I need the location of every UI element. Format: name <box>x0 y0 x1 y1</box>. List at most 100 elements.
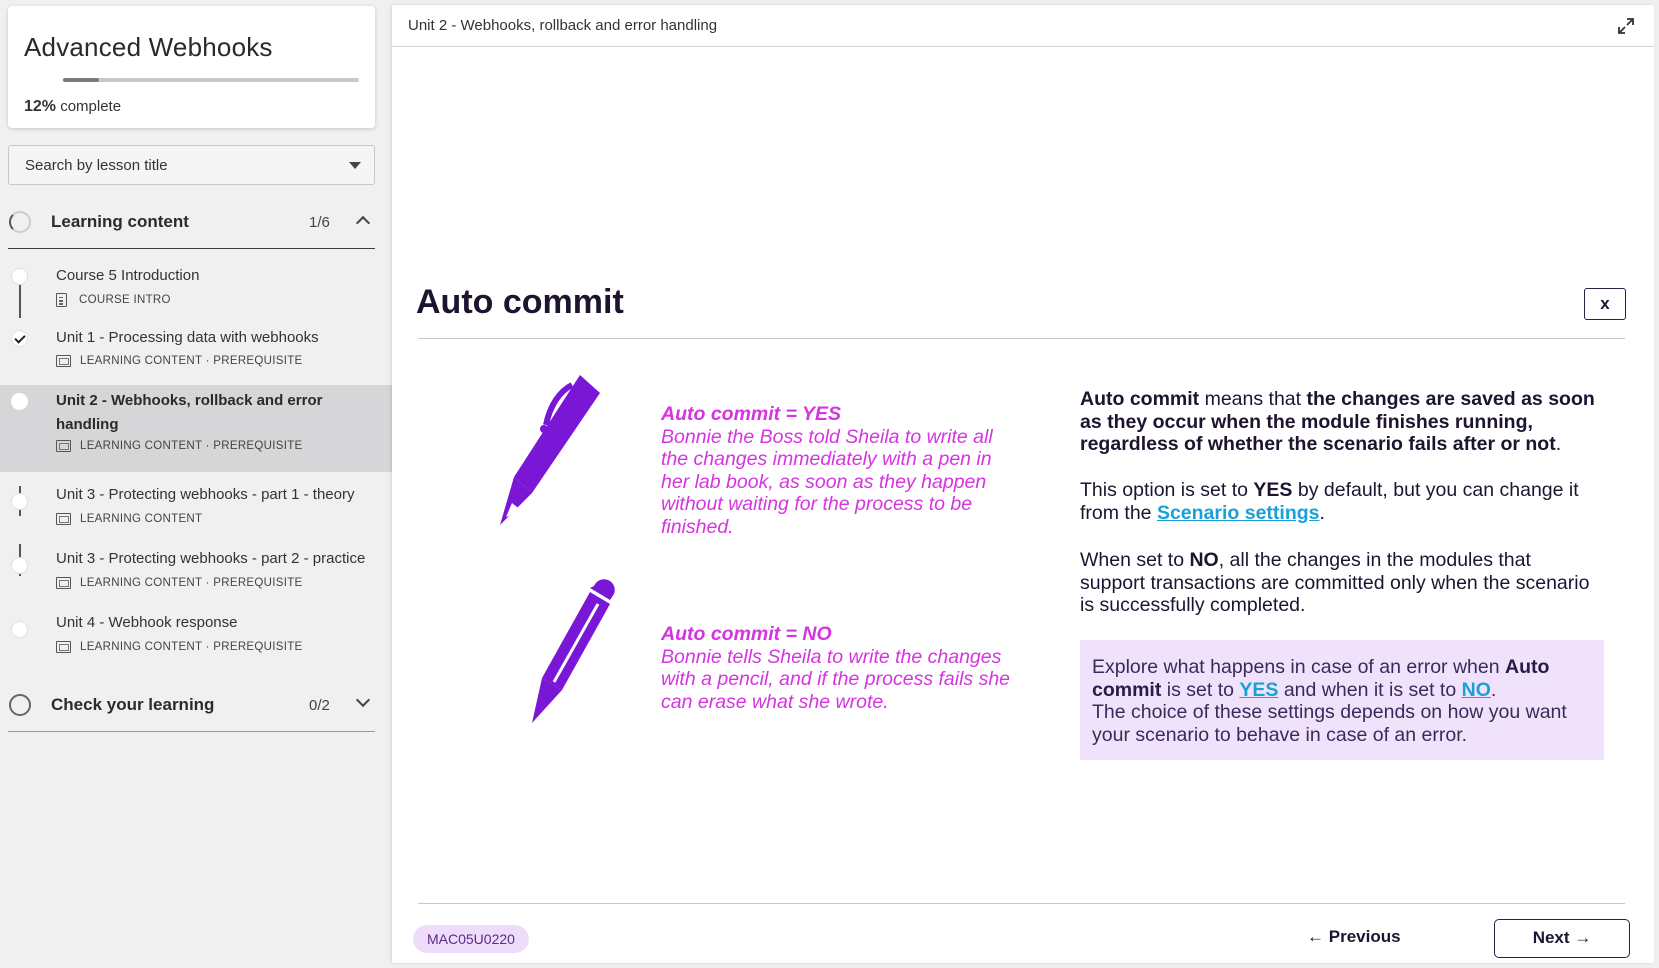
text-fragment: . <box>1555 433 1562 455</box>
lesson-meta-text: LEARNING CONTENT <box>80 513 203 525</box>
explanation-paragraph: Auto commit means that the changes are s… <box>1080 388 1600 456</box>
term-yes: YES <box>1253 479 1293 501</box>
lesson-title: Unit 2 - Webhooks, rollback and error ha… <box>56 392 323 433</box>
text-fragment: This option is set to <box>1080 479 1254 501</box>
scenario-settings-link[interactable]: Scenario settings <box>1157 502 1320 524</box>
caption-body: Bonnie tells Sheila to write the changes… <box>661 645 1011 713</box>
lesson-status-dot <box>11 557 28 574</box>
lesson-content-panel: Unit 2 - Webhooks, rollback and error ha… <box>392 5 1654 963</box>
lesson-item[interactable]: Unit 1 - Processing data with webhooks L… <box>0 318 392 376</box>
caption-body: Bonnie the Boss told Sheila to write all… <box>661 425 993 538</box>
pencil-icon <box>532 579 615 723</box>
text-fragment: . <box>1490 678 1497 701</box>
section-count: 0/2 <box>309 697 330 714</box>
close-slide-button[interactable]: x <box>1584 288 1626 320</box>
explanation-paragraph: This option is set to YES by default, bu… <box>1080 479 1600 524</box>
lesson-search-placeholder: Search by lesson title <box>25 157 168 174</box>
chevron-up-icon[interactable] <box>355 215 371 231</box>
lesson-status-dot <box>11 493 28 510</box>
footer-divider <box>418 903 1625 904</box>
previous-label: Previous <box>1328 927 1401 946</box>
document-icon <box>56 293 67 307</box>
course-progress-fill <box>63 78 99 82</box>
lesson-status-dot <box>11 621 28 638</box>
text-fragment: When set to <box>1080 549 1190 571</box>
lesson-item[interactable]: Course 5 Introduction COURSE INTRO <box>0 256 392 314</box>
lesson-meta-text: LEARNING CONTENT · PREREQUISITE <box>80 641 303 653</box>
explore-callout: Explore what happens in case of an error… <box>1080 640 1604 760</box>
arrow-left-icon: ← <box>1307 927 1324 946</box>
section-check-your-learning[interactable]: Check your learning 0/2 <box>8 678 375 732</box>
term-auto-commit: Auto commit <box>1080 388 1200 410</box>
lesson-status-dot <box>11 393 28 410</box>
explanation-paragraph: When set to NO, all the changes in the m… <box>1080 549 1600 617</box>
term-no: NO <box>1189 549 1219 571</box>
arrow-right-icon: → <box>1574 928 1592 947</box>
lesson-meta: LEARNING CONTENT <box>56 513 202 525</box>
course-sidebar: Advanced Webhooks 12% complete Search by… <box>0 0 392 968</box>
lesson-title: Unit 3 - Protecting webhooks - part 1 - … <box>56 486 355 503</box>
next-label: Next <box>1532 928 1570 947</box>
progress-suffix: complete <box>60 98 122 115</box>
text-fragment: . <box>1319 501 1325 524</box>
callout-note: The choice of these settings depends on … <box>1092 701 1567 746</box>
text-fragment: and when it is set to <box>1278 678 1462 701</box>
auto-commit-no-caption: Auto commit = NO Bonnie tells Sheila to … <box>661 623 1023 713</box>
auto-commit-yes-caption: Auto commit = YES Bonnie the Boss told S… <box>661 403 1023 538</box>
title-divider <box>418 338 1625 339</box>
text-fragment: is set to <box>1161 678 1240 701</box>
section-count: 1/6 <box>309 214 330 231</box>
lesson-title: Unit 3 - Protecting webhooks - part 2 - … <box>56 550 366 567</box>
lesson-search-dropdown[interactable]: Search by lesson title <box>8 145 375 185</box>
progress-ring-icon <box>9 211 31 233</box>
progress-ring-icon <box>9 694 31 716</box>
lesson-topbar: Unit 2 - Webhooks, rollback and error ha… <box>392 5 1654 47</box>
section-label: Learning content <box>51 212 189 231</box>
caption-title: Auto commit = NO <box>661 623 832 645</box>
lesson-meta-text: LEARNING CONTENT · PREREQUISITE <box>80 440 303 452</box>
lesson-meta: LEARNING CONTENT · PREREQUISITE <box>56 577 303 589</box>
lesson-item[interactable]: Unit 4 - Webhook response LEARNING CONTE… <box>0 609 392 667</box>
chevron-down-icon[interactable] <box>355 692 371 708</box>
yes-link[interactable]: YES <box>1239 679 1278 701</box>
lesson-title: Course 5 Introduction <box>56 267 200 284</box>
pen-icon <box>500 375 600 525</box>
caption-title: Auto commit = YES <box>661 403 842 425</box>
text-fragment: Explore what happens in case of an error… <box>1092 656 1505 678</box>
slides-icon <box>56 513 71 525</box>
course-progress-bar <box>63 78 359 82</box>
lesson-meta-text: COURSE INTRO <box>79 294 171 306</box>
lesson-title: Unit 1 - Processing data with webhooks <box>56 329 319 346</box>
slides-icon <box>56 577 71 589</box>
section-label: Check your learning <box>51 695 215 714</box>
lesson-item-current[interactable]: Unit 2 - Webhooks, rollback and error ha… <box>0 385 392 472</box>
slides-icon <box>56 440 71 452</box>
caret-down-icon <box>349 162 361 169</box>
lesson-code-badge: MAC05U0220 <box>413 925 529 953</box>
lesson-title: Unit 4 - Webhook response <box>56 614 238 631</box>
slide-title: Auto commit <box>416 283 624 321</box>
lesson-meta: LEARNING CONTENT · PREREQUISITE <box>56 355 303 367</box>
lesson-meta: COURSE INTRO <box>56 293 171 307</box>
lesson-meta-text: LEARNING CONTENT · PREREQUISITE <box>80 355 303 367</box>
checkmark-icon <box>11 330 28 347</box>
lesson-meta: LEARNING CONTENT · PREREQUISITE <box>56 440 303 452</box>
progress-percent: 12% <box>24 98 57 115</box>
lesson-item[interactable]: Unit 3 - Protecting webhooks - part 1 - … <box>0 481 392 539</box>
text-fragment: means that <box>1199 388 1307 410</box>
course-title: Advanced Webhooks <box>24 32 273 62</box>
slides-icon <box>56 355 71 367</box>
lesson-item[interactable]: Unit 3 - Protecting webhooks - part 2 - … <box>0 545 392 603</box>
previous-button[interactable]: ← Previous <box>1307 927 1401 947</box>
course-progress-text: 12% complete <box>24 98 121 116</box>
slides-icon <box>56 641 71 653</box>
expand-icon[interactable] <box>1617 17 1635 35</box>
section-learning-content[interactable]: Learning content 1/6 <box>8 195 375 249</box>
course-progress-card: Advanced Webhooks 12% complete <box>8 6 375 128</box>
next-button[interactable]: Next → <box>1494 919 1630 958</box>
lesson-meta-text: LEARNING CONTENT · PREREQUISITE <box>80 577 303 589</box>
lesson-status-dot <box>11 268 28 285</box>
lesson-meta: LEARNING CONTENT · PREREQUISITE <box>56 641 303 653</box>
no-link[interactable]: NO <box>1462 679 1491 701</box>
lesson-breadcrumb: Unit 2 - Webhooks, rollback and error ha… <box>408 17 718 34</box>
